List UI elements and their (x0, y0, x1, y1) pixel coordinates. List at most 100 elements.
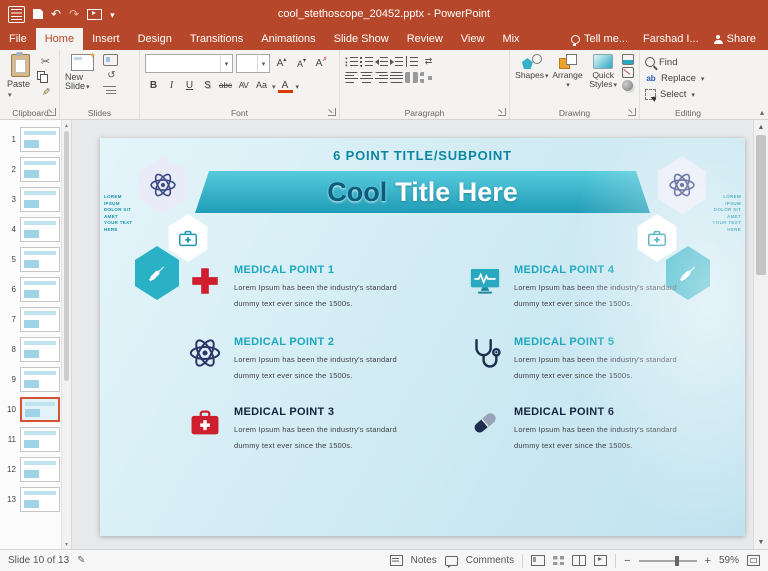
convert-to-smartart-icon[interactable] (420, 72, 433, 83)
replace-button[interactable]: Replace (645, 70, 731, 86)
slide-canvas[interactable]: 6 POINT TITLE/SUBPOINT Cool Title Here (100, 138, 745, 536)
arrange-dropdown-icon[interactable] (565, 80, 570, 90)
account-name[interactable]: Farshad I... (643, 33, 699, 45)
zoom-slider[interactable] (639, 560, 697, 562)
reset-slide-icon[interactable] (103, 68, 120, 83)
shape-outline-icon[interactable] (622, 67, 634, 78)
hexagon-syringe-left[interactable] (132, 246, 182, 300)
shapes-button[interactable]: Shapes (515, 54, 549, 91)
strikethrough-button[interactable]: abc (217, 78, 234, 93)
slide-kicker-title[interactable]: 6 POINT TITLE/SUBPOINT (100, 148, 745, 163)
scrollbar-thumb[interactable] (64, 131, 69, 381)
medical-point-4[interactable]: MEDICAL POINT 4 Lorem Ipsum has been the… (468, 264, 716, 308)
comments-button[interactable]: Comments (466, 555, 514, 566)
quick-styles-dropdown-icon[interactable] (613, 80, 618, 90)
slide-sorter-view-icon[interactable] (553, 556, 564, 565)
notes-button[interactable]: Notes (411, 555, 437, 566)
shape-effects-icon[interactable] (622, 80, 633, 91)
medical-point-3[interactable]: MEDICAL POINT 3 Lorem Ipsum has been the… (188, 406, 436, 450)
tab-home[interactable]: Home (36, 28, 83, 50)
tab-design[interactable]: Design (129, 28, 181, 50)
shape-fill-icon[interactable] (622, 54, 634, 65)
slide-thumbnail-image[interactable] (20, 217, 60, 242)
slide-thumbnail-image[interactable] (20, 277, 60, 302)
share-button[interactable]: Share (714, 33, 756, 45)
medical-point-6[interactable]: MEDICAL POINT 6 Lorem Ipsum has been the… (468, 406, 716, 450)
new-slide-dropdown-icon[interactable] (85, 82, 90, 92)
decrease-indent-icon[interactable] (375, 56, 388, 67)
increase-font-size-icon[interactable] (273, 56, 290, 71)
redo-icon[interactable] (69, 5, 79, 23)
undo-icon[interactable] (51, 5, 61, 23)
line-spacing-icon[interactable] (405, 56, 418, 67)
italic-button[interactable]: I (163, 78, 180, 93)
font-color-button[interactable]: A (277, 78, 294, 93)
slide-thumbnail-image[interactable] (20, 157, 60, 182)
slide-thumbnail-image[interactable] (20, 427, 60, 452)
medical-point-2[interactable]: MEDICAL POINT 2 Lorem Ipsum has been the… (188, 336, 436, 380)
select-dropdown-icon[interactable] (690, 89, 695, 100)
scrollbar-thumb[interactable] (756, 135, 766, 275)
cut-icon[interactable] (37, 54, 54, 69)
thumbnail-scrollbar[interactable] (61, 120, 71, 549)
slide-layout-icon[interactable] (103, 54, 118, 66)
decrease-font-size-icon[interactable] (293, 56, 310, 71)
paragraph-dialog-launcher-icon[interactable] (498, 108, 506, 116)
justify-icon[interactable] (390, 72, 403, 83)
tab-slideshow[interactable]: Slide Show (325, 28, 398, 50)
copy-icon[interactable] (37, 71, 48, 82)
scroll-up-icon[interactable] (754, 120, 768, 134)
paste-button[interactable]: Paste (7, 54, 34, 99)
slide-thumbnail-image[interactable] (20, 397, 60, 422)
save-icon[interactable] (33, 9, 43, 19)
slideshow-view-icon[interactable] (594, 555, 607, 566)
zoom-slider-thumb[interactable] (675, 556, 679, 566)
font-size-combo[interactable] (236, 54, 270, 73)
fit-to-window-icon[interactable] (747, 555, 760, 566)
slide-thumbnail-image[interactable] (20, 247, 60, 272)
comments-icon[interactable] (445, 556, 458, 566)
columns-icon[interactable] (405, 72, 418, 83)
tab-mix[interactable]: Mix (493, 28, 528, 50)
collapse-ribbon-icon[interactable] (760, 108, 764, 117)
shapes-dropdown-icon[interactable] (544, 71, 549, 81)
scroll-up-icon[interactable] (62, 120, 71, 130)
slide-title-banner[interactable]: Cool Title Here (195, 171, 650, 213)
find-button[interactable]: Find (645, 54, 731, 70)
select-button[interactable]: Select (645, 86, 731, 102)
ink-pen-icon[interactable] (77, 555, 85, 566)
format-painter-icon[interactable] (37, 84, 54, 99)
medical-point-5[interactable]: MEDICAL POINT 5 Lorem Ipsum has been the… (468, 336, 716, 380)
start-slideshow-icon[interactable] (87, 9, 102, 20)
change-case-dropdown-icon[interactable] (271, 76, 276, 94)
tab-insert[interactable]: Insert (83, 28, 129, 50)
font-name-dropdown-icon[interactable] (220, 55, 232, 72)
increase-indent-icon[interactable] (390, 56, 403, 67)
zoom-level[interactable]: 59% (719, 555, 739, 566)
slide-thumbnail-image[interactable] (20, 367, 60, 392)
slide-thumbnail-image[interactable] (20, 307, 60, 332)
slide-thumbnail-image[interactable] (20, 337, 60, 362)
underline-button[interactable]: U (181, 78, 198, 93)
section-icon[interactable] (103, 85, 116, 95)
customize-quick-access-icon[interactable] (110, 5, 115, 23)
zoom-out-icon[interactable] (624, 555, 630, 567)
align-right-icon[interactable] (375, 72, 388, 83)
tab-view[interactable]: View (452, 28, 494, 50)
bold-button[interactable]: B (145, 78, 162, 93)
reading-view-icon[interactable] (572, 555, 586, 566)
app-icon[interactable] (8, 6, 25, 23)
tab-animations[interactable]: Animations (252, 28, 324, 50)
numbering-icon[interactable] (360, 56, 373, 67)
tab-review[interactable]: Review (398, 28, 452, 50)
hexagon-medkit-right[interactable] (635, 214, 679, 262)
font-color-dropdown-icon[interactable] (295, 76, 300, 94)
tab-transitions[interactable]: Transitions (181, 28, 252, 50)
align-center-icon[interactable] (360, 72, 373, 83)
new-slide-button[interactable]: New Slide (65, 54, 99, 95)
scroll-down-icon[interactable] (754, 535, 768, 549)
slide-thumbnail-image[interactable] (20, 127, 60, 152)
paste-dropdown-icon[interactable] (7, 89, 12, 99)
text-shadow-button[interactable]: S (199, 78, 216, 93)
quick-styles-button[interactable]: Quick Styles (586, 54, 620, 91)
